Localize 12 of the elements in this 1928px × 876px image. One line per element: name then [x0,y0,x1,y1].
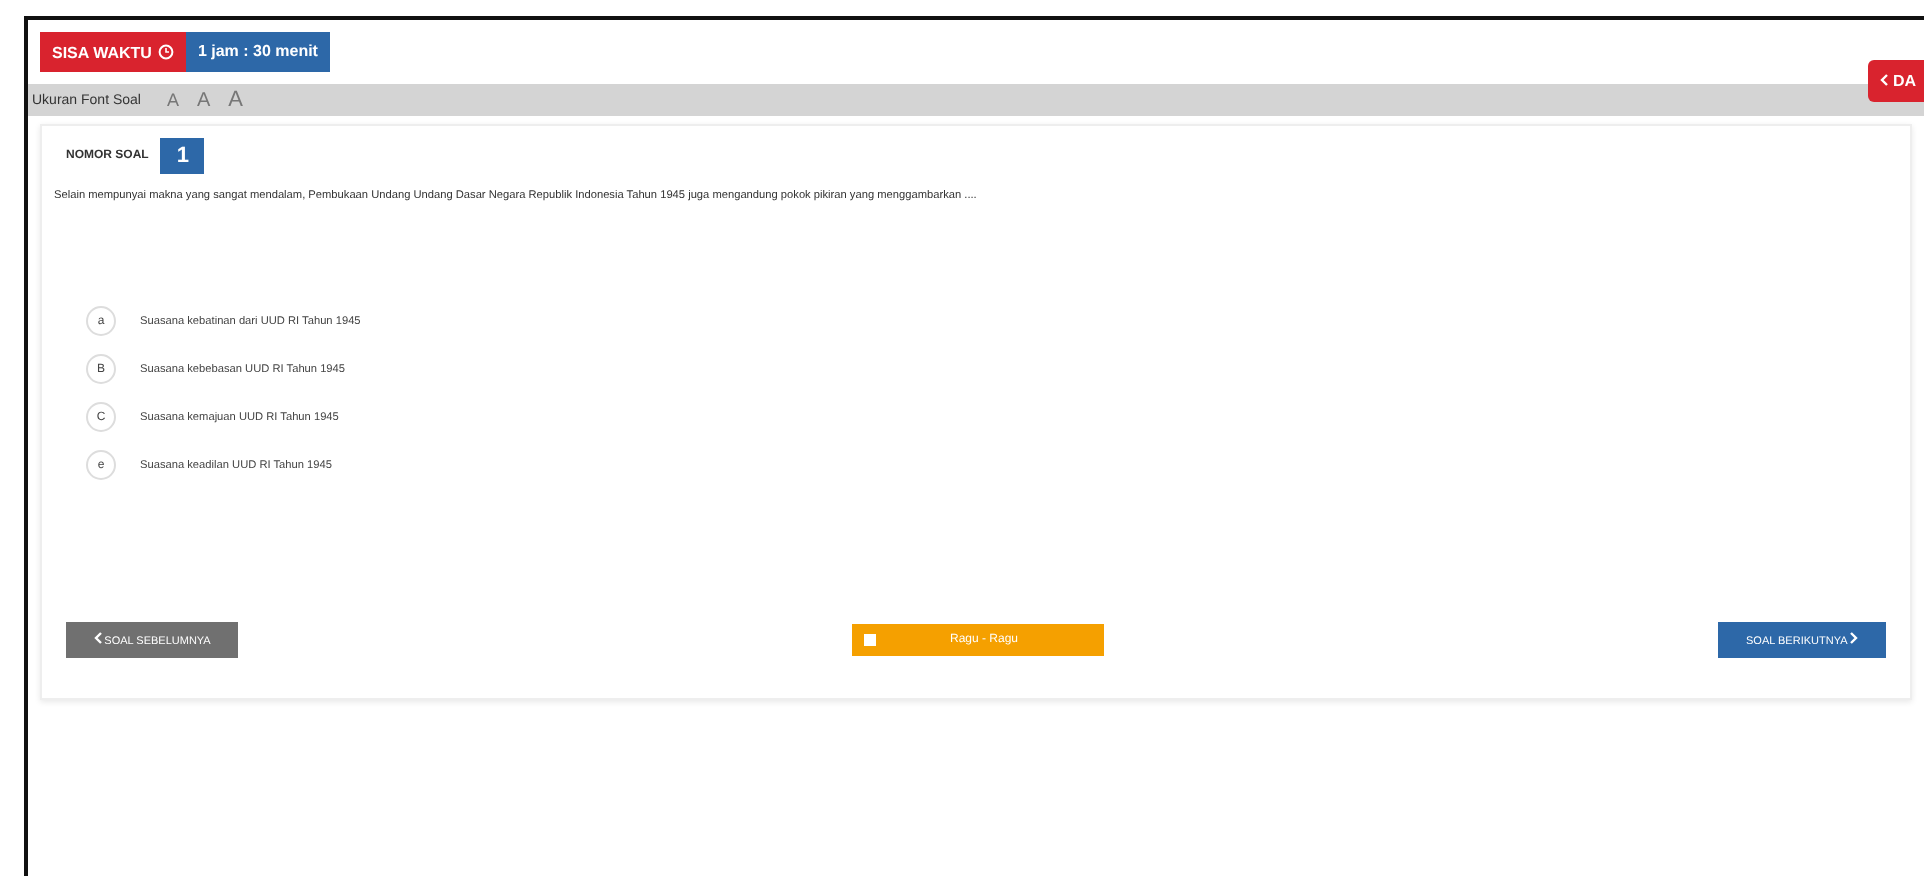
chevron-left-icon [93,632,102,644]
font-size-option[interactable]: A [193,89,215,111]
timer-value: 1 jam : 30 menit [185,32,330,72]
question-number: 1 [160,138,205,174]
question-list-button[interactable]: DA [1868,60,1924,102]
clock-icon [157,44,174,60]
chevron-right-icon [1849,632,1858,644]
font-size-option[interactable]: A [224,88,248,112]
font-size-option[interactable]: A [162,90,183,110]
chevron-left-icon [1880,74,1889,86]
timer-label: SISA WAKTU [40,32,186,72]
doubt-checkbox[interactable] [864,634,876,646]
